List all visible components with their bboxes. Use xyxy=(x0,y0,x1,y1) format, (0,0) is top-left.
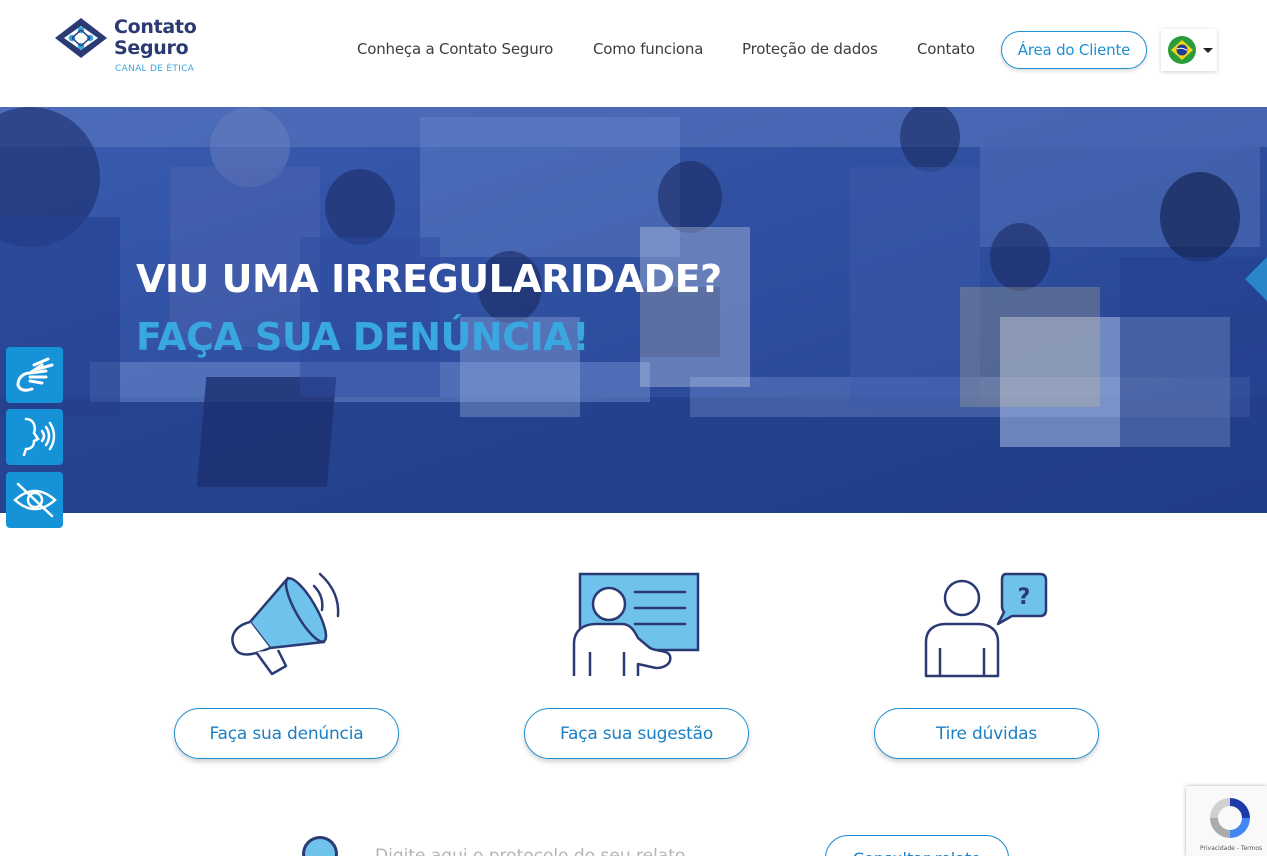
logo-name-line1: Contato xyxy=(114,16,197,38)
carousel-next-arrow[interactable] xyxy=(1245,257,1267,301)
hero-subtitle: FAÇA SUA DENÚNCIA! xyxy=(136,315,589,359)
sign-language-button[interactable] xyxy=(6,347,63,403)
recaptcha-badge[interactable]: Privacidade - Termos xyxy=(1186,786,1267,856)
recaptcha-terms-link[interactable]: Termos xyxy=(1241,845,1262,852)
search-icon xyxy=(302,836,338,856)
chevron-down-icon xyxy=(1203,47,1213,53)
svg-text:?: ? xyxy=(1018,585,1031,610)
client-area-button[interactable]: Área do Cliente xyxy=(1001,31,1147,69)
site-header: Contato Seguro CANAL DE ÉTICA Conheça a … xyxy=(0,0,1267,107)
presentation-icon xyxy=(572,572,700,676)
nav-link-how-it-works[interactable]: Como funciona xyxy=(593,40,703,58)
recaptcha-privacy-link[interactable]: Privacidade xyxy=(1200,845,1235,852)
logo-name: Contato Seguro xyxy=(114,16,197,59)
hidden-eye-icon xyxy=(12,482,57,518)
suggestion-button[interactable]: Faça sua sugestão xyxy=(524,708,749,759)
nav-link-contact[interactable]: Contato xyxy=(917,40,975,58)
nav-link-about[interactable]: Conheça a Contato Seguro xyxy=(357,40,553,58)
hero-banner: VIU UMA IRREGULARIDADE? FAÇA SUA DENÚNCI… xyxy=(0,107,1267,513)
speech-button[interactable] xyxy=(6,409,63,465)
consult-report-button[interactable]: Consultar relato xyxy=(825,835,1009,856)
speech-icon xyxy=(22,417,55,457)
brand-logo[interactable]: Contato Seguro CANAL DE ÉTICA xyxy=(54,17,224,79)
logo-tagline: CANAL DE ÉTICA xyxy=(115,64,195,74)
recaptcha-links: Privacidade - Termos xyxy=(1200,845,1263,852)
hero-title: VIU UMA IRREGULARIDADE? xyxy=(136,257,722,301)
hidden-eye-button[interactable] xyxy=(6,472,63,528)
nav-link-data-protection[interactable]: Proteção de dados xyxy=(742,40,878,58)
logo-mark-icon xyxy=(55,18,107,58)
sign-language-icon xyxy=(16,357,53,392)
logo-name-line2: Seguro xyxy=(114,37,189,59)
hero-background-image xyxy=(0,107,1267,513)
question-person-icon: ? xyxy=(924,572,1048,678)
report-button[interactable]: Faça sua denúncia xyxy=(174,708,399,759)
recaptcha-icon xyxy=(1210,798,1250,838)
megaphone-icon xyxy=(231,572,340,676)
protocol-input[interactable] xyxy=(360,836,780,856)
questions-button[interactable]: Tire dúvidas xyxy=(874,708,1099,759)
language-selector[interactable] xyxy=(1161,29,1217,71)
brazil-flag-icon xyxy=(1168,36,1196,64)
